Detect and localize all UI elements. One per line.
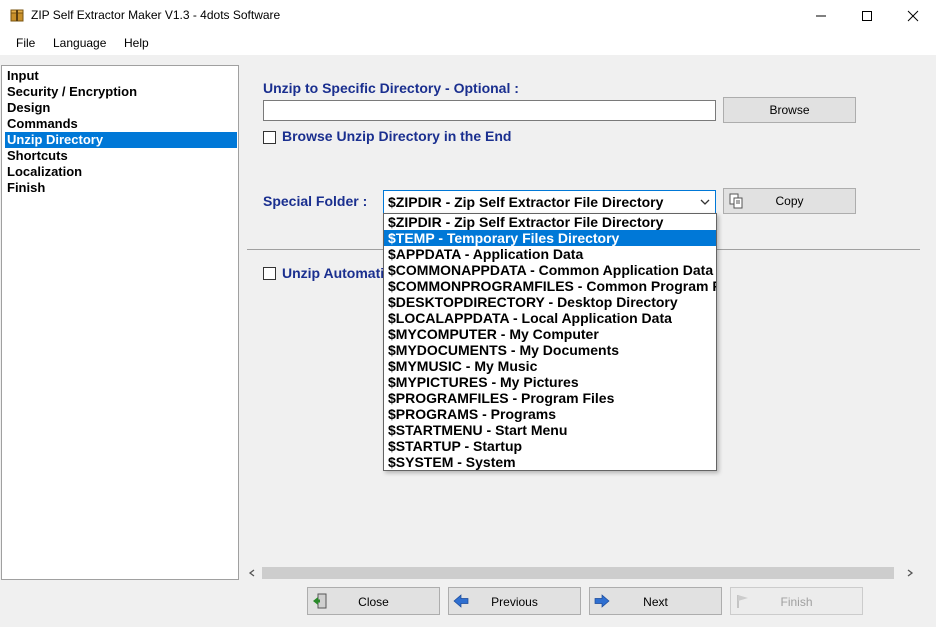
menu-file[interactable]: File — [16, 36, 35, 50]
dropdown-option[interactable]: $DESKTOPDIRECTORY - Desktop Directory — [384, 294, 716, 310]
dropdown-option[interactable]: $MYPICTURES - My Pictures — [384, 374, 716, 390]
dropdown-option[interactable]: $MYMUSIC - My Music — [384, 358, 716, 374]
dropdown-option[interactable]: $ZIPDIR - Zip Self Extractor File Direct… — [384, 214, 716, 230]
navigation-list[interactable]: Input Security / Encryption Design Comma… — [1, 65, 239, 580]
app-icon — [10, 9, 24, 22]
dropdown-option[interactable]: $STARTUP - Startup — [384, 438, 716, 454]
copy-icon — [729, 193, 743, 209]
dropdown-option[interactable]: $MYDOCUMENTS - My Documents — [384, 342, 716, 358]
maximize-button[interactable] — [844, 0, 890, 31]
dropdown-option[interactable]: $MYCOMPUTER - My Computer — [384, 326, 716, 342]
nav-item-input[interactable]: Input — [5, 68, 237, 84]
finish-button-label: Finish — [780, 595, 813, 609]
horizontal-scrollbar[interactable] — [244, 565, 920, 581]
nav-item-commands[interactable]: Commands — [5, 116, 237, 132]
nav-item-shortcuts[interactable]: Shortcuts — [5, 148, 237, 164]
browse-end-checkbox[interactable] — [263, 131, 276, 144]
close-button[interactable]: Close — [307, 587, 440, 615]
unzip-directory-label: Unzip to Specific Directory - Optional : — [263, 80, 519, 96]
dropdown-option[interactable]: $PROGRAMS - Programs — [384, 406, 716, 422]
close-button-label: Close — [358, 595, 389, 609]
nav-item-localization[interactable]: Localization — [5, 164, 237, 180]
dropdown-option[interactable]: $APPDATA - Application Data — [384, 246, 716, 262]
maximize-icon — [862, 10, 872, 21]
unzip-directory-input[interactable] — [263, 100, 716, 121]
bottom-button-bar: Close Previous Next Finish — [0, 581, 936, 627]
browse-button-label: Browse — [769, 103, 810, 117]
title-bar: ZIP Self Extractor Maker V1.3 - 4dots So… — [0, 0, 936, 31]
next-button[interactable]: Next — [589, 587, 722, 615]
nav-item-unzip-directory[interactable]: Unzip Directory — [5, 132, 237, 148]
copy-button[interactable]: Copy — [723, 188, 856, 214]
copy-button-label: Copy — [775, 194, 804, 208]
scroll-left-icon[interactable] — [248, 569, 256, 577]
menu-bar: File Language Help — [0, 31, 936, 55]
menu-language[interactable]: Language — [53, 36, 106, 50]
dropdown-option-highlighted[interactable]: $TEMP - Temporary Files Directory — [384, 230, 716, 246]
close-window-button[interactable] — [890, 0, 936, 31]
dropdown-option[interactable]: $SYSTEM - System — [384, 454, 716, 470]
special-folder-label: Special Folder : — [263, 193, 368, 209]
minimize-icon — [816, 15, 826, 16]
scroll-right-icon[interactable] — [906, 569, 914, 577]
nav-item-security[interactable]: Security / Encryption — [5, 84, 237, 100]
nav-item-design[interactable]: Design — [5, 100, 237, 116]
close-icon — [907, 10, 919, 21]
dropdown-option[interactable]: $COMMONPROGRAMFILES - Common Program Fil… — [384, 278, 716, 294]
dropdown-option[interactable]: $COMMONAPPDATA - Common Application Data — [384, 262, 716, 278]
dropdown-option[interactable]: $STARTMENU - Start Menu — [384, 422, 716, 438]
browse-end-label: Browse Unzip Directory in the End — [282, 128, 512, 144]
dropdown-option[interactable]: $PROGRAMFILES - Program Files — [384, 390, 716, 406]
previous-button[interactable]: Previous — [448, 587, 581, 615]
window-title: ZIP Self Extractor Maker V1.3 - 4dots So… — [31, 8, 281, 22]
next-button-label: Next — [643, 595, 668, 609]
previous-button-label: Previous — [491, 595, 538, 609]
special-folder-dropdown[interactable]: $ZIPDIR - Zip Self Extractor File Direct… — [383, 213, 717, 471]
finish-button[interactable]: Finish — [730, 587, 863, 615]
unzip-auto-checkbox[interactable] — [263, 267, 276, 280]
menu-help[interactable]: Help — [124, 36, 149, 50]
minimize-button[interactable] — [798, 0, 844, 31]
nav-item-finish[interactable]: Finish — [5, 180, 237, 196]
browse-button[interactable]: Browse — [723, 97, 856, 123]
scrollbar-thumb[interactable] — [262, 567, 894, 579]
special-folder-select[interactable]: $ZIPDIR - Zip Self Extractor File Direct… — [383, 190, 716, 214]
chevron-down-icon — [700, 199, 710, 205]
special-folder-value: $ZIPDIR - Zip Self Extractor File Direct… — [388, 194, 664, 210]
dropdown-option[interactable]: $LOCALAPPDATA - Local Application Data — [384, 310, 716, 326]
